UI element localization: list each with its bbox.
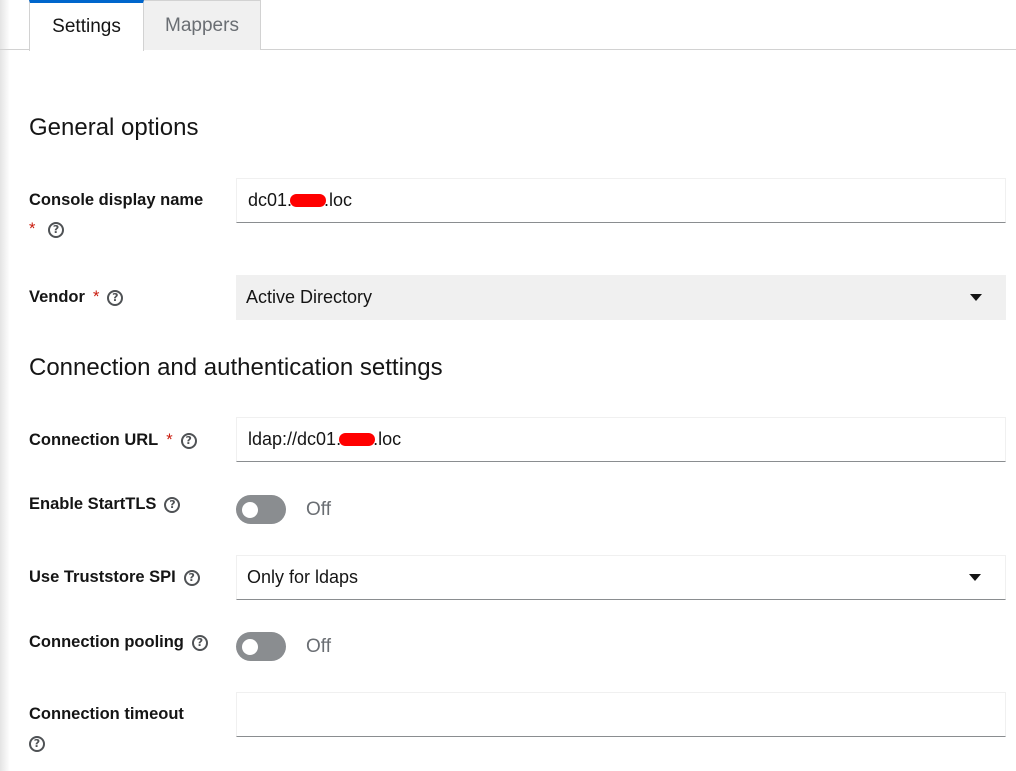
help-icon[interactable]: ? xyxy=(183,569,200,586)
vendor-label: Vendor *? xyxy=(29,283,124,312)
connection-pooling-label: Connection pooling? xyxy=(29,628,208,657)
help-icon[interactable]: ? xyxy=(180,432,197,449)
section-title-general: General options xyxy=(29,114,199,141)
redaction-mark xyxy=(339,433,376,446)
enable-starttls-state: Off xyxy=(306,499,331,520)
connection-pooling-switch[interactable] xyxy=(236,632,286,661)
enable-starttls-switch[interactable] xyxy=(236,495,286,524)
enable-starttls-label: Enable StartTLS? xyxy=(29,490,181,519)
section-title-connection: Connection and authentication settings xyxy=(29,354,443,381)
use-truststore-spi-label: Use Truststore SPI? xyxy=(29,563,200,592)
caret-down-icon xyxy=(969,574,981,581)
use-truststore-spi-label-text: Use Truststore SPI xyxy=(29,568,176,586)
switch-knob xyxy=(242,639,258,655)
console-display-name-label-text: Console display name xyxy=(29,191,204,209)
help-icon[interactable]: ? xyxy=(107,289,124,306)
redaction-mark xyxy=(290,194,327,207)
console-display-name-label: Console display name * ? xyxy=(29,186,203,244)
help-icon[interactable]: ? xyxy=(164,496,181,513)
switch-knob xyxy=(242,502,258,518)
tab-settings[interactable]: Settings xyxy=(29,0,144,51)
input-value-prefix: ldap://dc01. xyxy=(248,429,342,449)
help-icon[interactable]: ? xyxy=(48,221,65,238)
required-mark: * xyxy=(92,288,100,306)
enable-starttls-label-text: Enable StartTLS xyxy=(29,495,157,513)
tab-mappers[interactable]: Mappers xyxy=(144,0,261,50)
use-truststore-spi-select[interactable]: Only for ldaps xyxy=(236,555,1006,600)
caret-down-icon xyxy=(970,294,982,301)
connection-url-input[interactable]: ldap://dc01. .loc xyxy=(236,417,1006,462)
connection-url-label-text: Connection URL xyxy=(29,431,159,449)
connection-url-label: Connection URL *? xyxy=(29,426,197,455)
help-icon[interactable]: ? xyxy=(29,735,45,752)
required-mark: * xyxy=(166,431,173,449)
input-value-prefix: dc01. xyxy=(248,190,293,210)
input-value-suffix: .loc xyxy=(373,429,402,449)
connection-pooling-label-text: Connection pooling xyxy=(29,633,184,651)
tab-bar: Settings Mappers xyxy=(0,0,1016,51)
truststore-selected-value: Only for ldaps xyxy=(247,567,359,587)
input-value-suffix: .loc xyxy=(324,190,353,210)
vendor-select[interactable]: Active Directory xyxy=(236,275,1006,320)
vendor-label-text: Vendor xyxy=(29,288,85,306)
vendor-selected-value: Active Directory xyxy=(246,287,373,307)
connection-timeout-label-text: Connection timeout xyxy=(29,705,184,723)
required-mark: * xyxy=(29,220,36,238)
page-shadow xyxy=(0,0,10,771)
connection-pooling-state: Off xyxy=(306,636,331,657)
help-icon[interactable]: ? xyxy=(191,634,208,651)
connection-timeout-label: Connection timeout ? xyxy=(29,700,184,758)
console-display-name-input[interactable]: dc01. .loc xyxy=(236,178,1006,223)
connection-timeout-input[interactable] xyxy=(236,692,1006,737)
